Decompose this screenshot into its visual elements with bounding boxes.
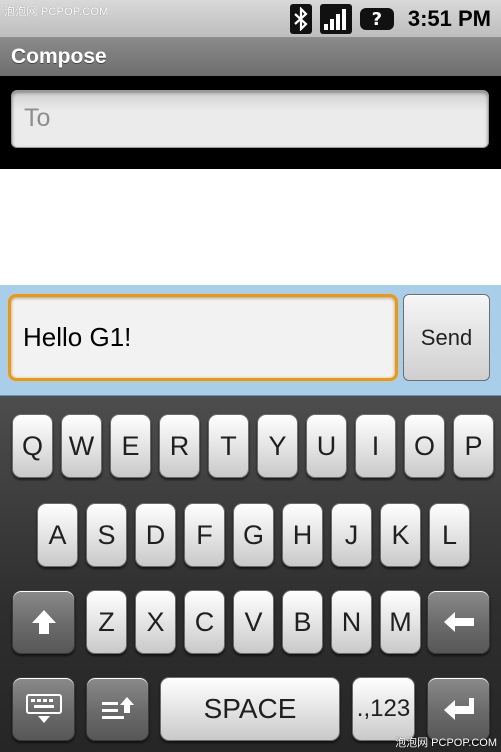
page-title: Compose xyxy=(11,45,107,68)
bluetooth-icon xyxy=(289,4,312,34)
enter-icon xyxy=(443,698,474,720)
key-r[interactable]: R xyxy=(159,414,200,478)
key-i[interactable]: I xyxy=(355,414,396,478)
backspace-key[interactable] xyxy=(427,590,490,654)
input-method-icon xyxy=(101,697,134,719)
key-t[interactable]: T xyxy=(208,414,249,478)
key-y[interactable]: Y xyxy=(257,414,298,478)
key-l[interactable]: L xyxy=(429,503,470,567)
key-j[interactable]: J xyxy=(331,503,372,567)
input-method-key[interactable] xyxy=(86,677,149,741)
hide-keyboard-key[interactable] xyxy=(12,677,75,741)
key-b[interactable]: B xyxy=(282,590,323,654)
key-g[interactable]: G xyxy=(233,503,274,567)
status-icons: ? 3:51 PM xyxy=(289,3,491,35)
key-c[interactable]: C xyxy=(184,590,225,654)
key-s[interactable]: S xyxy=(86,503,127,567)
key-o[interactable]: O xyxy=(404,414,445,478)
watermark: 泡泡网 PCPOP.COM xyxy=(395,737,497,749)
notification-icon[interactable]: ? xyxy=(359,8,394,30)
key-x[interactable]: X xyxy=(135,590,176,654)
key-v[interactable]: V xyxy=(233,590,274,654)
send-button[interactable]: Send xyxy=(403,294,490,381)
key-n[interactable]: N xyxy=(331,590,372,654)
to-field[interactable]: To xyxy=(11,90,489,148)
recipients-panel: To xyxy=(0,76,501,169)
clock: 3:51 PM xyxy=(407,6,491,31)
symbols-key[interactable]: .,123 xyxy=(352,677,415,741)
backspace-icon xyxy=(443,612,474,632)
key-p[interactable]: P xyxy=(453,414,494,478)
enter-key[interactable] xyxy=(427,677,490,741)
message-input[interactable]: Hello G1! xyxy=(8,294,398,381)
message-history-area xyxy=(0,169,501,285)
key-e[interactable]: E xyxy=(110,414,151,478)
status-bar: 泡泡网 PCPOP.COM ? 3:51 PM xyxy=(0,0,501,38)
title-bar: Compose xyxy=(0,38,501,76)
keyboard-hide-icon xyxy=(25,694,62,723)
key-z[interactable]: Z xyxy=(86,590,127,654)
key-q[interactable]: Q xyxy=(12,414,53,478)
key-w[interactable]: W xyxy=(61,414,102,478)
key-h[interactable]: H xyxy=(282,503,323,567)
key-k[interactable]: K xyxy=(380,503,421,567)
signal-strength-icon xyxy=(319,4,352,34)
shift-key[interactable] xyxy=(12,590,75,654)
key-d[interactable]: D xyxy=(135,503,176,567)
key-m[interactable]: M xyxy=(380,590,421,654)
compose-bar: Hello G1! Send xyxy=(0,285,501,396)
shift-icon xyxy=(31,610,56,634)
space-key[interactable]: SPACE xyxy=(160,677,340,741)
key-f[interactable]: F xyxy=(184,503,225,567)
key-a[interactable]: A xyxy=(37,503,78,567)
watermark: 泡泡网 PCPOP.COM xyxy=(4,6,109,18)
key-u[interactable]: U xyxy=(306,414,347,478)
soft-keyboard: Q W E R T Y U I O P A S D F G H J K L Z … xyxy=(0,396,501,752)
